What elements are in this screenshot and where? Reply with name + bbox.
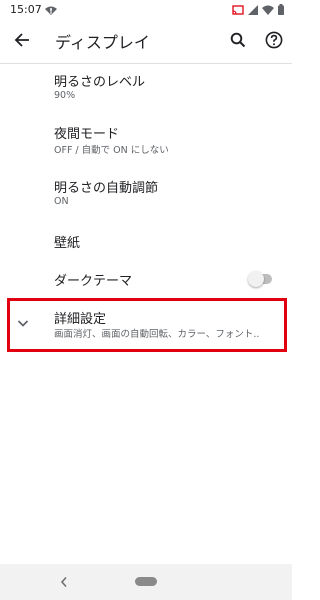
setting-title: 壁紙: [54, 236, 81, 251]
help-button[interactable]: [260, 26, 288, 54]
signal-icon: [248, 4, 258, 15]
nav-back-button[interactable]: [58, 574, 70, 590]
wifi-icon: [262, 5, 274, 15]
app-bar-divider: [0, 63, 292, 64]
setting-wallpaper[interactable]: 壁紙: [0, 224, 292, 258]
search-button[interactable]: [224, 26, 252, 54]
toggle-thumb: [248, 271, 264, 287]
setting-dark-theme[interactable]: ダークテーマ: [0, 262, 292, 296]
setting-auto-brightness[interactable]: 明るさの自動調節 ON: [0, 172, 292, 218]
battery-icon: [278, 4, 284, 15]
navigation-bar: [0, 564, 292, 600]
setting-summary: OFF / 自動で ON にしない: [54, 145, 169, 156]
highlight-annotation: [7, 298, 287, 352]
setting-title: 明るさのレベル: [54, 75, 146, 90]
status-bar: 15:07: [0, 0, 292, 20]
arrow-left-icon: [14, 33, 29, 47]
search-icon: [230, 32, 246, 48]
help-icon: [265, 31, 283, 49]
wifi-warning-icon: [45, 6, 57, 15]
status-icons: [232, 4, 284, 15]
nav-home-pill-icon[interactable]: [135, 577, 157, 586]
back-button[interactable]: [8, 26, 36, 54]
setting-brightness-level[interactable]: 明るさのレベル 90%: [0, 66, 292, 112]
dark-theme-toggle[interactable]: [248, 271, 274, 287]
setting-title: ダークテーマ: [54, 274, 133, 289]
nav-back-icon: [60, 576, 67, 588]
setting-night-mode[interactable]: 夜間モード OFF / 自動で ON にしない: [0, 118, 292, 164]
setting-title: 夜間モード: [54, 127, 120, 142]
setting-summary: ON: [54, 196, 69, 207]
app-bar: ディスプレイ: [0, 20, 292, 60]
status-time: 15:07: [10, 3, 42, 16]
setting-summary: 90%: [54, 90, 76, 101]
cast-icon: [232, 4, 244, 15]
page-title: ディスプレイ: [55, 33, 150, 52]
setting-title: 明るさの自動調節: [54, 181, 159, 196]
